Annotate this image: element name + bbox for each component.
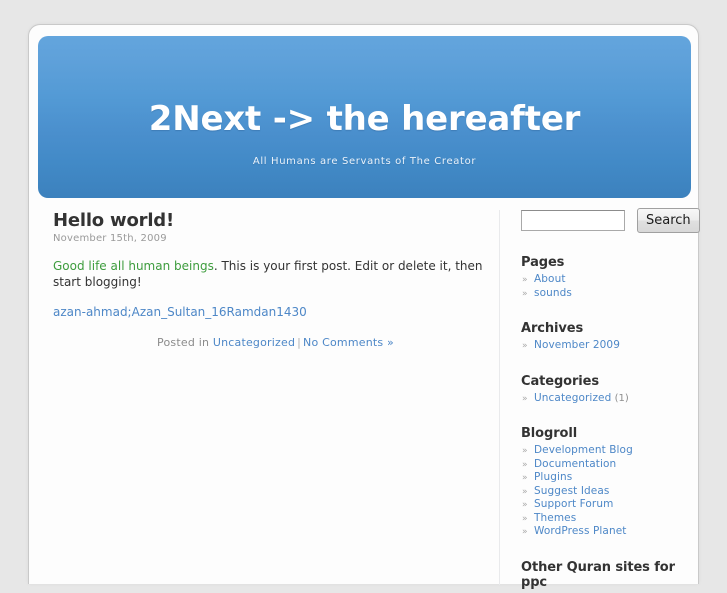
widget-list-item: About	[521, 273, 687, 287]
widget-list-item: Uncategorized (1)	[521, 392, 687, 406]
primary-content-column: Hello world! November 15th, 2009 Good li…	[53, 210, 498, 349]
widget-link[interactable]: WordPress Planet	[534, 525, 626, 537]
widget-link[interactable]: About	[534, 273, 566, 285]
widget-link[interactable]: Documentation	[534, 458, 616, 470]
search-input[interactable]	[521, 210, 625, 231]
sidebar-widget-pages: Pages About sounds	[521, 255, 687, 300]
widget-title: Archives	[521, 321, 584, 336]
widget-link[interactable]: November 2009	[534, 339, 620, 351]
sidebar: Search Pages About sounds Archives Novemb…	[521, 208, 700, 593]
post-lede: Good life all human beings	[53, 259, 214, 273]
widget-link[interactable]: sounds	[534, 287, 572, 299]
widget-list-item: Documentation	[521, 458, 687, 472]
site-header-banner: 2Next -> the hereafter All Humans are Se…	[38, 36, 691, 198]
widget-list-item: Development Blog	[521, 444, 687, 458]
post-body: Good life all human beings. This is your…	[53, 258, 498, 290]
sidebar-divider	[499, 210, 500, 585]
sidebar-widget-categories: Categories Uncategorized (1)	[521, 374, 687, 406]
widget-list-item: Suggest Ideas	[521, 485, 687, 499]
widget-link[interactable]: Development Blog	[534, 444, 633, 456]
post-attachment-line: azan-ahmad;Azan_Sultan_16Ramdan1430	[53, 304, 498, 320]
sidebar-widget-other-quran-sites-for-ppc: Other Quran sites for ppc	[521, 560, 687, 590]
post-title[interactable]: Hello world!	[53, 210, 498, 232]
widget-title: Other Quran sites for ppc	[521, 559, 675, 590]
widget-title: Categories	[521, 373, 600, 389]
search-button[interactable]: Search	[637, 208, 700, 233]
widget-link[interactable]: Suggest Ideas	[534, 485, 609, 497]
widget-link[interactable]: Uncategorized	[534, 392, 611, 404]
widget-list-item: Support Forum	[521, 498, 687, 512]
blog-post: Hello world! November 15th, 2009 Good li…	[53, 210, 498, 349]
widget-list-item: WordPress Planet	[521, 525, 687, 539]
post-date: November 15th, 2009	[53, 233, 167, 244]
site-description: All Humans are Servants of The Creator	[252, 156, 477, 167]
widget-list-item: November 2009	[521, 339, 687, 353]
sidebar-widget-blogroll: Blogroll Development Blog DocumentationPl…	[521, 426, 687, 539]
widget-list: Uncategorized (1)	[521, 392, 687, 406]
widget-list: November 2009	[521, 339, 687, 353]
content-wrap: Hello world! November 15th, 2009 Good li…	[29, 208, 700, 590]
widget-title: Pages	[521, 255, 565, 270]
site-title[interactable]: 2Next -> the hereafter	[38, 99, 691, 139]
widget-link[interactable]: Plugins	[534, 471, 572, 483]
widget-title: Blogroll	[521, 426, 578, 441]
widget-list-item: Plugins	[521, 471, 687, 485]
widget-link[interactable]: Themes	[534, 512, 576, 524]
post-meta: Posted in Uncategorized | No Comments »	[53, 336, 498, 349]
post-comments-link[interactable]: No Comments »	[303, 336, 394, 349]
post-attachment-link[interactable]: azan-ahmad;Azan_Sultan_16Ramdan1430	[53, 305, 307, 319]
widget-list: Development Blog DocumentationPlugins Sugg…	[521, 444, 687, 539]
sidebar-widget-archives: Archives November 2009	[521, 321, 687, 353]
post-category-link[interactable]: Uncategorized	[213, 336, 295, 349]
widget-list: About sounds	[521, 273, 687, 300]
posted-in-label: Posted in	[157, 336, 210, 349]
search-form: Search	[521, 208, 700, 234]
page-frame: 2Next -> the hereafter All Humans are Se…	[28, 24, 700, 590]
sidebar-widgets: Pages About sounds Archives November 2009…	[521, 255, 687, 590]
widget-list-item: sounds	[521, 287, 687, 301]
widget-list-item: Themes	[521, 512, 687, 526]
widget-item-count: (1)	[611, 392, 629, 404]
meta-separator: |	[297, 336, 302, 349]
widget-link[interactable]: Support Forum	[534, 498, 613, 510]
